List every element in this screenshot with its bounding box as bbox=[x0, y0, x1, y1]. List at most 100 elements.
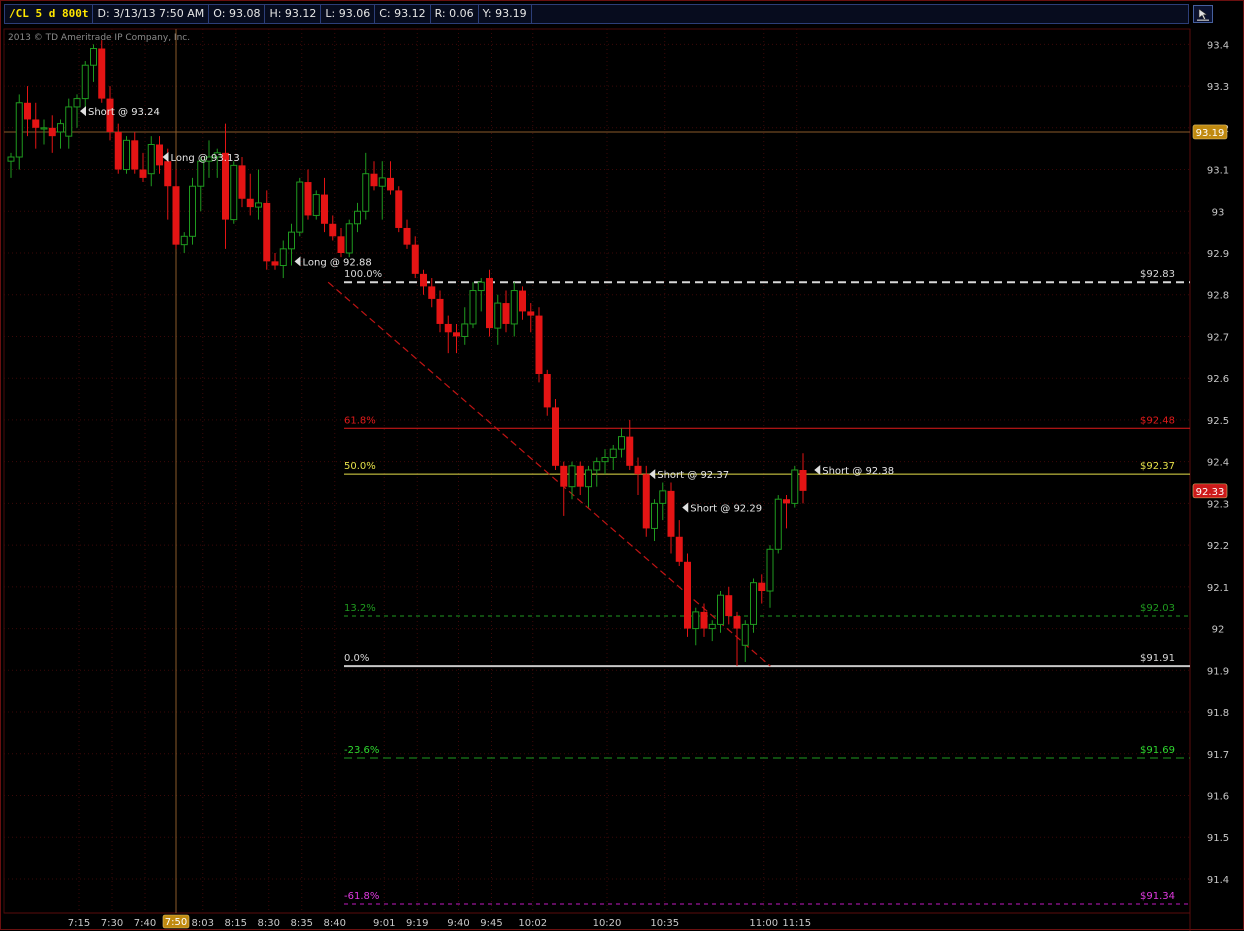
candle-body-down bbox=[535, 315, 543, 375]
candle-body-down bbox=[642, 474, 650, 529]
low-readout: L: 93.06 bbox=[321, 5, 376, 23]
y-tick-label: 92.5 bbox=[1207, 416, 1229, 427]
y-tick-label: 92.4 bbox=[1207, 458, 1229, 469]
candle-body-down bbox=[395, 190, 403, 228]
candle-body-up bbox=[288, 231, 295, 250]
candle-body-up bbox=[774, 498, 782, 550]
x-tick-label: 9:40 bbox=[447, 918, 469, 929]
candle-body-down bbox=[32, 119, 40, 128]
fib-price-label: $92.03 bbox=[1140, 603, 1175, 614]
candle-body-up bbox=[609, 448, 617, 458]
candle-body-up bbox=[180, 235, 188, 246]
candle-body-up bbox=[461, 323, 469, 337]
candle-body-up bbox=[296, 181, 304, 233]
candle-body-down bbox=[98, 48, 106, 99]
y-tick-label: 91.8 bbox=[1207, 708, 1229, 719]
price-chart[interactable]: 93.493.393.293.19392.992.892.792.692.592… bbox=[1, 1, 1244, 931]
candle-body-down bbox=[725, 595, 733, 617]
candle-body-up bbox=[279, 248, 287, 267]
y-tick-label: 92.7 bbox=[1207, 332, 1229, 343]
candle-body-up bbox=[312, 194, 320, 216]
x-tick-label: 8:40 bbox=[324, 918, 346, 929]
chart-window: 93.493.393.293.19392.992.892.792.692.592… bbox=[0, 0, 1244, 931]
order-label: Long @ 92.88 bbox=[303, 257, 372, 268]
candle-body-up bbox=[345, 223, 353, 254]
cursor-mode-button[interactable] bbox=[1193, 5, 1213, 23]
x-tick-label: 8:35 bbox=[291, 918, 313, 929]
x-tick-label: 8:30 bbox=[258, 918, 280, 929]
open-readout: O: 93.08 bbox=[209, 5, 266, 23]
candle-body-up bbox=[585, 469, 592, 488]
x-tick-label: 10:02 bbox=[518, 918, 547, 929]
candle-body-down bbox=[411, 244, 419, 274]
candle-body-down bbox=[238, 165, 246, 199]
x-tick-label: 11:15 bbox=[782, 918, 811, 929]
candle-body-down bbox=[502, 303, 510, 324]
candle-body-up bbox=[378, 177, 386, 187]
candle-body-up bbox=[791, 469, 799, 504]
candle-body-down bbox=[799, 470, 807, 491]
x-tick-label: 10:35 bbox=[650, 918, 679, 929]
candle-body-down bbox=[48, 127, 56, 137]
candle-body-down bbox=[576, 465, 584, 487]
candle-body-down bbox=[758, 582, 766, 592]
y-tick-label: 92.6 bbox=[1207, 374, 1229, 385]
cursor-price-badge-label: 93.19 bbox=[1196, 128, 1225, 139]
fib-price-label: $91.69 bbox=[1140, 745, 1175, 756]
y-tick-label: 93.4 bbox=[1207, 40, 1229, 51]
copyright-notice: 2013 © TD Ameritrade IP Company, Inc. bbox=[8, 33, 191, 43]
candle-body-up bbox=[362, 173, 370, 212]
candle-body-down bbox=[552, 407, 559, 466]
candle-body-down bbox=[172, 186, 180, 245]
candle-body-down bbox=[684, 561, 691, 629]
candle-body-down bbox=[436, 298, 444, 324]
y-tick-label: 92.2 bbox=[1207, 541, 1229, 552]
fib-pct-label: -61.8% bbox=[344, 891, 379, 902]
y-tick-label: 91.4 bbox=[1207, 875, 1229, 886]
candle-body-up bbox=[354, 210, 361, 225]
candle-body-up bbox=[766, 548, 774, 592]
candle-body-up bbox=[81, 64, 89, 100]
candle-body-up bbox=[477, 281, 485, 292]
x-tick-label: 8:15 bbox=[225, 918, 247, 929]
candle-body-down bbox=[304, 182, 312, 216]
candle-body-down bbox=[131, 140, 139, 170]
candle-body-down bbox=[675, 536, 683, 562]
candle-body-down bbox=[156, 144, 163, 166]
x-tick-label: 7:30 bbox=[101, 918, 123, 929]
candle-body-down bbox=[543, 374, 551, 408]
fib-price-label: $91.34 bbox=[1140, 891, 1175, 902]
candle-body-down bbox=[420, 273, 427, 287]
candle-body-up bbox=[494, 302, 502, 329]
candle-body-down bbox=[527, 311, 535, 316]
order-label: Short @ 92.29 bbox=[690, 504, 762, 515]
x-tick-label: 8:03 bbox=[192, 918, 214, 929]
candle-body-down bbox=[733, 616, 741, 629]
candle-body-up bbox=[659, 490, 667, 504]
candle-body-up bbox=[73, 98, 81, 108]
y-tick-label: 93 bbox=[1212, 207, 1225, 218]
candle-body-up bbox=[255, 202, 262, 208]
y-readout: Y: 93.19 bbox=[479, 5, 532, 23]
candle-body-down bbox=[403, 227, 411, 245]
y-tick-label: 92.9 bbox=[1207, 249, 1229, 260]
fib-pct-label: 13.2% bbox=[344, 603, 376, 614]
candle-body-down bbox=[139, 169, 147, 178]
y-tick-label: 92.3 bbox=[1207, 499, 1229, 510]
y-tick-label: 93.3 bbox=[1207, 82, 1229, 93]
candle-body-down bbox=[667, 490, 675, 537]
candle-body-down bbox=[634, 465, 642, 475]
y-tick-label: 91.9 bbox=[1207, 666, 1229, 677]
candle-body-down bbox=[329, 223, 337, 237]
candle-body-down bbox=[263, 202, 271, 262]
symbol-label[interactable]: /CL 5 d 800t bbox=[5, 5, 94, 23]
fib-pct-label: 61.8% bbox=[344, 415, 376, 426]
date-readout: D: 3/13/13 7:50 AM bbox=[93, 5, 210, 23]
order-label: Short @ 92.37 bbox=[657, 470, 729, 481]
candle-body-up bbox=[568, 465, 576, 488]
candle-body-down bbox=[321, 194, 328, 224]
high-readout: H: 93.12 bbox=[265, 5, 322, 23]
x-tick-label: 7:40 bbox=[134, 918, 156, 929]
x-tick-label: 9:01 bbox=[373, 918, 395, 929]
cursor-time-label: 7:50 bbox=[165, 917, 187, 928]
